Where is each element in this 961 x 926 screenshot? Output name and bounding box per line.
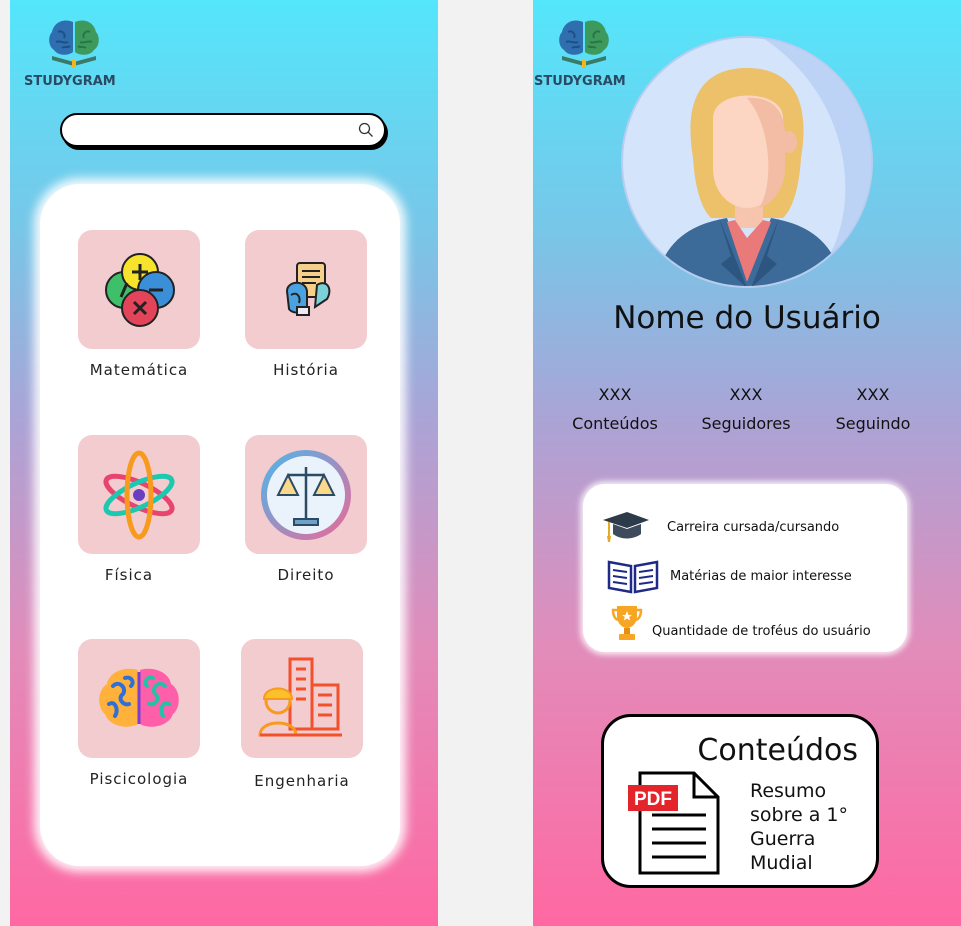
graduation-cap-icon bbox=[603, 512, 649, 542]
content-item-description[interactable]: Resumo sobre a 1° Guerra Mudial bbox=[750, 779, 870, 875]
math-operators-icon bbox=[105, 252, 175, 327]
info-row-carreira: Carreira cursada/cursando bbox=[583, 506, 907, 546]
subject-card-fisica[interactable]: Física bbox=[69, 435, 209, 584]
subject-label: Matemática bbox=[89, 361, 189, 379]
stat-value: XXX bbox=[729, 385, 763, 404]
brain-book-logo-icon bbox=[49, 20, 99, 68]
subject-card-historia[interactable]: História bbox=[236, 230, 376, 379]
info-text: Matérias de maior interesse bbox=[670, 569, 852, 584]
subject-card-direito[interactable]: Direito bbox=[236, 435, 376, 584]
contents-card[interactable]: Conteúdos PDF Resumo sobre a 1° Guerra M… bbox=[601, 714, 879, 888]
stat-value: XXX bbox=[856, 385, 890, 404]
subject-card-engenharia[interactable]: Engenharia bbox=[232, 639, 372, 790]
subject-tile[interactable] bbox=[245, 230, 367, 349]
subject-card-piscicologia[interactable]: Piscicologia bbox=[69, 639, 209, 788]
subject-card-matematica[interactable]: Matemática bbox=[69, 230, 209, 379]
pdf-file-icon[interactable]: PDF bbox=[626, 771, 722, 877]
info-row-trofeus: Quantidade de troféus do usuário bbox=[583, 606, 907, 646]
subject-label: Direito bbox=[277, 566, 335, 584]
scales-of-justice-icon bbox=[261, 449, 351, 540]
info-text: Carreira cursada/cursando bbox=[667, 520, 840, 535]
contents-title: Conteúdos bbox=[697, 733, 858, 768]
user-avatar[interactable] bbox=[621, 36, 873, 288]
stat-label: Seguindo bbox=[835, 414, 911, 433]
subject-label: Engenharia bbox=[254, 772, 350, 790]
studygram-logo[interactable]: STUDYGRAM bbox=[24, 16, 116, 96]
subject-label: Física bbox=[104, 566, 154, 584]
subject-label: Piscicologia bbox=[89, 770, 189, 788]
user-avatar-icon bbox=[653, 38, 871, 286]
trophy-icon bbox=[611, 606, 643, 640]
stat-value: XXX bbox=[598, 385, 632, 404]
search-icon[interactable] bbox=[358, 122, 374, 138]
subjects-panel: Matemática História Física Direito Pisci… bbox=[40, 184, 400, 866]
subject-tile[interactable] bbox=[78, 639, 200, 758]
brain-book-logo-icon bbox=[559, 20, 609, 68]
profile-screen: STUDYGRAM Nome do Usuário XXX Conteúdos … bbox=[533, 0, 961, 926]
stat-label: Conteúdos bbox=[572, 414, 658, 433]
info-text: Quantidade de troféus do usuário bbox=[652, 624, 871, 639]
search-input[interactable] bbox=[60, 113, 386, 147]
subject-tile[interactable] bbox=[78, 435, 200, 554]
atom-icon bbox=[103, 450, 175, 539]
engineer-buildings-icon bbox=[258, 657, 342, 736]
history-scroll-icon bbox=[285, 261, 331, 316]
subjects-screen: STUDYGRAM Matemática História Física Dir… bbox=[10, 0, 438, 926]
stat-conteudos[interactable]: XXX Conteúdos bbox=[555, 385, 675, 433]
logo-text: STUDYGRAM bbox=[534, 74, 626, 89]
subject-label: História bbox=[273, 361, 339, 379]
logo-text: STUDYGRAM bbox=[24, 74, 116, 89]
studygram-logo[interactable]: STUDYGRAM bbox=[534, 16, 626, 96]
pdf-label: PDF bbox=[634, 789, 672, 810]
stat-seguindo[interactable]: XXX Seguindo bbox=[813, 385, 933, 433]
subject-tile[interactable] bbox=[241, 639, 363, 758]
stat-label: Seguidores bbox=[701, 414, 791, 433]
subject-tile[interactable] bbox=[245, 435, 367, 554]
subject-tile[interactable] bbox=[78, 230, 200, 349]
user-info-card: Carreira cursada/cursando Matérias de ma… bbox=[583, 484, 907, 652]
open-book-icon bbox=[607, 560, 659, 594]
user-name: Nome do Usuário bbox=[613, 300, 881, 336]
info-row-materias: Matérias de maior interesse bbox=[583, 558, 907, 598]
brain-icon bbox=[99, 668, 179, 727]
stat-seguidores[interactable]: XXX Seguidores bbox=[686, 385, 806, 433]
